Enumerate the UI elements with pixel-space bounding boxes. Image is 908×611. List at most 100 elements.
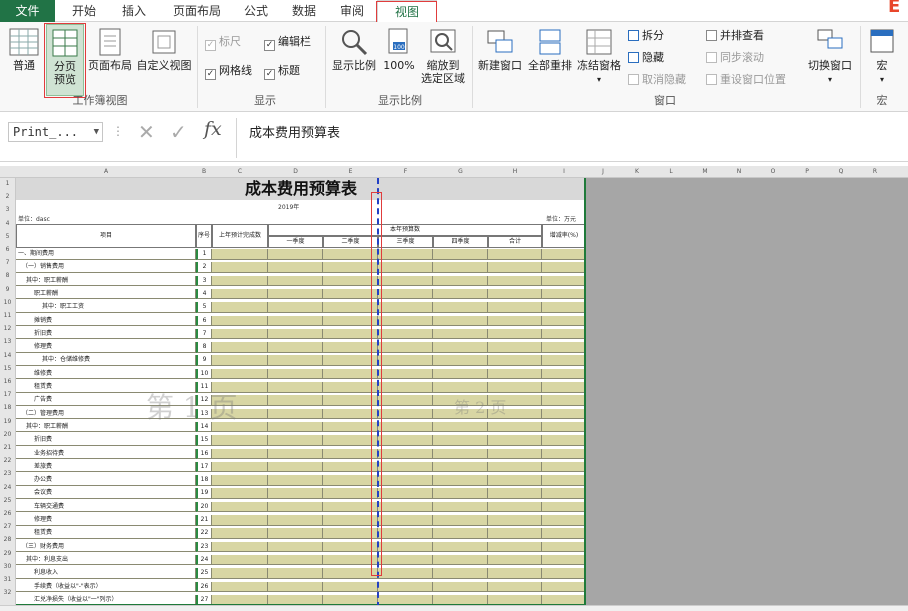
budget-cell[interactable] bbox=[378, 302, 433, 313]
row-header[interactable]: 16 bbox=[0, 378, 15, 385]
budget-cell[interactable] bbox=[378, 501, 433, 513]
column-header[interactable]: O bbox=[756, 168, 790, 175]
custom-views-button[interactable]: 自定义视图 bbox=[134, 28, 194, 72]
budget-cell[interactable] bbox=[378, 275, 433, 287]
budget-cell[interactable] bbox=[268, 408, 323, 420]
budget-cell[interactable] bbox=[323, 355, 378, 366]
row-header[interactable]: 19 bbox=[0, 418, 15, 425]
budget-cell[interactable] bbox=[323, 461, 378, 473]
budget-cell[interactable] bbox=[378, 408, 433, 420]
tab-view[interactable]: 视图 bbox=[377, 0, 437, 23]
header-budget[interactable]: 本年预算数 bbox=[268, 224, 542, 236]
header-item[interactable]: 项目 bbox=[16, 224, 196, 248]
budget-cell[interactable] bbox=[488, 541, 542, 553]
row-header[interactable]: 32 bbox=[0, 589, 15, 596]
unit-left-text[interactable]: 单位：dasc bbox=[18, 214, 50, 223]
budget-cell[interactable] bbox=[433, 594, 488, 604]
budget-cell[interactable] bbox=[323, 328, 378, 340]
budget-cell[interactable] bbox=[323, 568, 378, 579]
ruler-checkbox[interactable]: ✓ 标尺 bbox=[205, 34, 241, 51]
budget-cell[interactable] bbox=[378, 541, 433, 553]
row-item-label[interactable]: 车辆交通费 bbox=[16, 501, 196, 513]
budget-cell[interactable] bbox=[212, 368, 268, 380]
budget-cell[interactable] bbox=[323, 448, 378, 459]
row-header[interactable]: 17 bbox=[0, 391, 15, 398]
column-header[interactable]: N bbox=[722, 168, 756, 175]
formula-bar-checkbox[interactable]: ✓ 编辑栏 bbox=[264, 34, 311, 51]
budget-cell[interactable] bbox=[542, 501, 584, 513]
budget-cell[interactable] bbox=[323, 488, 378, 499]
budget-cell[interactable] bbox=[542, 262, 584, 273]
budget-cell[interactable] bbox=[323, 515, 378, 526]
budget-cell[interactable] bbox=[323, 275, 378, 287]
budget-cell[interactable] bbox=[433, 328, 488, 340]
budget-cell[interactable] bbox=[488, 528, 542, 539]
budget-cell[interactable] bbox=[488, 328, 542, 340]
budget-cell[interactable] bbox=[542, 541, 584, 553]
row-header[interactable]: 26 bbox=[0, 510, 15, 517]
row-seq[interactable]: 16 bbox=[196, 448, 212, 459]
budget-cell[interactable] bbox=[433, 501, 488, 513]
budget-cell[interactable] bbox=[433, 382, 488, 393]
budget-cell[interactable] bbox=[542, 435, 584, 446]
row-header[interactable]: 31 bbox=[0, 576, 15, 583]
budget-cell[interactable] bbox=[488, 342, 542, 353]
row-header[interactable]: 5 bbox=[0, 233, 15, 240]
row-item-label[interactable]: 维修费 bbox=[16, 368, 196, 380]
header-last-year[interactable]: 上年预计完成数 bbox=[212, 224, 268, 248]
budget-cell[interactable] bbox=[212, 288, 268, 300]
budget-cell[interactable] bbox=[488, 275, 542, 287]
row-header[interactable]: 18 bbox=[0, 404, 15, 411]
budget-cell[interactable] bbox=[542, 448, 584, 459]
budget-cell[interactable] bbox=[268, 488, 323, 499]
switch-windows-button[interactable]: 切换窗口 ▾ bbox=[804, 28, 856, 86]
row-item-label[interactable]: 手续费（收益以"-"表示） bbox=[16, 581, 196, 592]
reset-window-position-button[interactable]: 重设窗口位置 bbox=[706, 72, 786, 88]
year-text[interactable]: 2019年 bbox=[278, 202, 299, 211]
row-seq[interactable]: 27 bbox=[196, 594, 212, 604]
budget-cell[interactable] bbox=[488, 421, 542, 433]
zoom-to-selection-button[interactable]: 缩放到 选定区域 bbox=[418, 28, 468, 85]
budget-cell[interactable] bbox=[323, 302, 378, 313]
budget-cell[interactable] bbox=[488, 568, 542, 579]
row-seq[interactable]: 26 bbox=[196, 581, 212, 592]
tab-file[interactable]: 文件 bbox=[0, 0, 55, 22]
view-side-by-side-button[interactable]: 并排查看 bbox=[706, 28, 764, 44]
budget-cell[interactable] bbox=[488, 315, 542, 326]
row-item-label[interactable]: 修理费 bbox=[16, 342, 196, 353]
budget-cell[interactable] bbox=[488, 355, 542, 366]
budget-cell[interactable] bbox=[378, 448, 433, 459]
chevron-down-icon[interactable]: ▼ bbox=[94, 123, 99, 141]
budget-cell[interactable] bbox=[268, 395, 323, 406]
budget-cell[interactable] bbox=[212, 448, 268, 459]
budget-cell[interactable] bbox=[268, 355, 323, 366]
budget-cell[interactable] bbox=[378, 488, 433, 499]
row-item-label[interactable]: 修理费 bbox=[16, 515, 196, 526]
budget-cell[interactable] bbox=[268, 315, 323, 326]
budget-cell[interactable] bbox=[268, 342, 323, 353]
row-item-label[interactable]: 职工薪酬 bbox=[16, 288, 196, 300]
worksheet-area[interactable]: ABCDEFGHIJKLMNOPQR 1 2 3 4 5 6 7 8 9 10 11 12 13 14 15… bbox=[0, 166, 908, 606]
column-header[interactable]: L bbox=[654, 168, 688, 175]
row-header[interactable]: 8 bbox=[0, 272, 15, 279]
cancel-icon[interactable]: ✕ bbox=[138, 120, 155, 144]
row-seq[interactable]: 1 bbox=[196, 249, 212, 260]
budget-cell[interactable] bbox=[378, 515, 433, 526]
row-seq[interactable]: 8 bbox=[196, 342, 212, 353]
row-header[interactable]: 13 bbox=[0, 338, 15, 345]
budget-cell[interactable] bbox=[488, 302, 542, 313]
column-header[interactable]: M bbox=[688, 168, 722, 175]
header-growth[interactable]: 增减率(%) bbox=[542, 224, 584, 248]
budget-cell[interactable] bbox=[433, 368, 488, 380]
row-seq[interactable]: 23 bbox=[196, 541, 212, 553]
row-header[interactable]: 7 bbox=[0, 259, 15, 266]
name-box[interactable]: Print_... ▼ bbox=[8, 122, 103, 142]
row-seq[interactable]: 24 bbox=[196, 554, 212, 566]
budget-cell[interactable] bbox=[268, 541, 323, 553]
row-header[interactable]: 14 bbox=[0, 352, 15, 359]
row-header[interactable]: 29 bbox=[0, 550, 15, 557]
budget-cell[interactable] bbox=[212, 355, 268, 366]
budget-cell[interactable] bbox=[378, 568, 433, 579]
budget-cell[interactable] bbox=[268, 368, 323, 380]
row-seq[interactable]: 18 bbox=[196, 475, 212, 486]
